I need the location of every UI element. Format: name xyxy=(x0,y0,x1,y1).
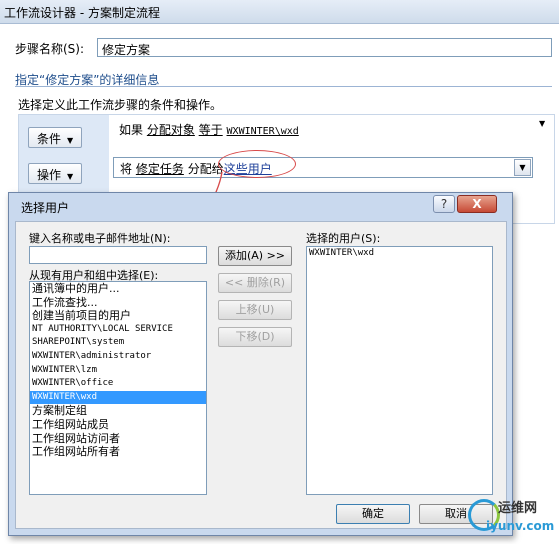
list-item[interactable]: WXWINTER\lzm xyxy=(30,364,206,378)
name-input[interactable] xyxy=(29,246,207,264)
condition-menu-icon[interactable]: ▼ xyxy=(539,119,545,128)
list-item[interactable]: SHAREPOINT\system xyxy=(30,336,206,350)
dialog-client: 键入名称或电子邮件地址(N): 从现有用户和组中选择(E): 通讯簿中的用户..… xyxy=(15,221,507,529)
step-name-value: 修定方案 xyxy=(102,43,151,57)
step-name-label: 步骤名称(S): xyxy=(15,42,85,56)
close-icon: X xyxy=(472,197,482,211)
condition-prefix: 如果 xyxy=(119,123,144,137)
chevron-down-icon: ▼ xyxy=(67,172,74,181)
action-dropdown-button[interactable]: ▼ xyxy=(514,159,531,176)
condition-value-link[interactable]: WXWINTER\wxd xyxy=(227,126,299,137)
action-task-link[interactable]: 修定任务 xyxy=(136,162,184,176)
list-item[interactable]: 方案制定组 xyxy=(30,404,206,418)
action-rule-box: 将 修定任务 分配给这些用户 ▼ xyxy=(113,157,533,178)
window-titlebar: 工作流设计器 - 方案制定流程 xyxy=(0,0,559,24)
list-item[interactable]: 创建当前项目的用户 xyxy=(30,309,206,323)
selected-users-list[interactable]: WXWINTER\wxd xyxy=(306,246,493,495)
add-button[interactable]: 添加(A) >> xyxy=(218,246,292,266)
window-title: 工作流设计器 - 方案制定流程 xyxy=(4,6,160,20)
condition-field-link[interactable]: 分配对象 xyxy=(147,123,195,137)
help-icon: ? xyxy=(440,197,448,211)
instruction-text: 选择定义此工作流步骤的条件和操作。 xyxy=(18,98,223,112)
list-item[interactable]: 工作流查找... xyxy=(30,296,206,310)
close-button[interactable]: X xyxy=(457,195,497,213)
watermark-text: 运维网 xyxy=(498,501,538,516)
chevron-down-icon: ▼ xyxy=(67,136,74,145)
list-item[interactable]: 通讯簿中的用户... xyxy=(30,282,206,296)
ok-button[interactable]: 确定 xyxy=(336,504,410,524)
select-users-dialog: 选择用户 ? X 键入名称或电子邮件地址(N): 从现有用户和组中选择(E): … xyxy=(8,192,513,536)
available-users-list[interactable]: 通讯簿中的用户... 工作流查找... 创建当前项目的用户 NT AUTHORI… xyxy=(29,281,207,495)
remove-button[interactable]: << 删除(R) xyxy=(218,273,292,293)
dialog-titlebar: 选择用户 ? X xyxy=(9,193,512,217)
annotation-ellipse xyxy=(218,150,296,178)
list-item[interactable]: 工作组网站成员 xyxy=(30,418,206,432)
action-button-label: 操作 xyxy=(37,168,62,182)
action-button[interactable]: 操作 ▼ xyxy=(28,163,83,184)
list-item[interactable]: WXWINTER\office xyxy=(30,377,206,391)
move-up-button[interactable]: 上移(U) xyxy=(218,300,292,320)
move-down-button[interactable]: 下移(D) xyxy=(218,327,292,347)
list-item-selected[interactable]: WXWINTER\wxd xyxy=(30,390,206,405)
list-item[interactable]: NT AUTHORITY\LOCAL SERVICE xyxy=(30,323,206,337)
list-item[interactable]: WXWINTER\wxd xyxy=(307,247,492,261)
condition-op-link[interactable]: 等于 xyxy=(199,123,223,137)
list-item[interactable]: 工作组网站所有者 xyxy=(30,445,206,459)
condition-button-label: 条件 xyxy=(37,132,62,146)
action-prefix: 将 xyxy=(120,162,133,176)
watermark-logo: 运维网 iyunv.com xyxy=(468,493,558,543)
step-name-input[interactable]: 修定方案 xyxy=(97,38,552,57)
list-item[interactable]: 工作组网站访问者 xyxy=(30,432,206,446)
selected-list-label: 选择的用户(S): xyxy=(306,232,381,245)
list-item[interactable]: WXWINTER\administrator xyxy=(30,350,206,364)
name-input-label: 键入名称或电子邮件地址(N): xyxy=(29,232,171,245)
help-button[interactable]: ? xyxy=(433,195,455,213)
condition-rule: 如果 分配对象 等于 WXWINTER\wxd xyxy=(119,121,299,138)
condition-button[interactable]: 条件 ▼ xyxy=(28,127,83,148)
dialog-title: 选择用户 xyxy=(21,201,70,215)
watermark-url: iyunv.com xyxy=(486,519,555,533)
detail-divider xyxy=(15,86,552,87)
